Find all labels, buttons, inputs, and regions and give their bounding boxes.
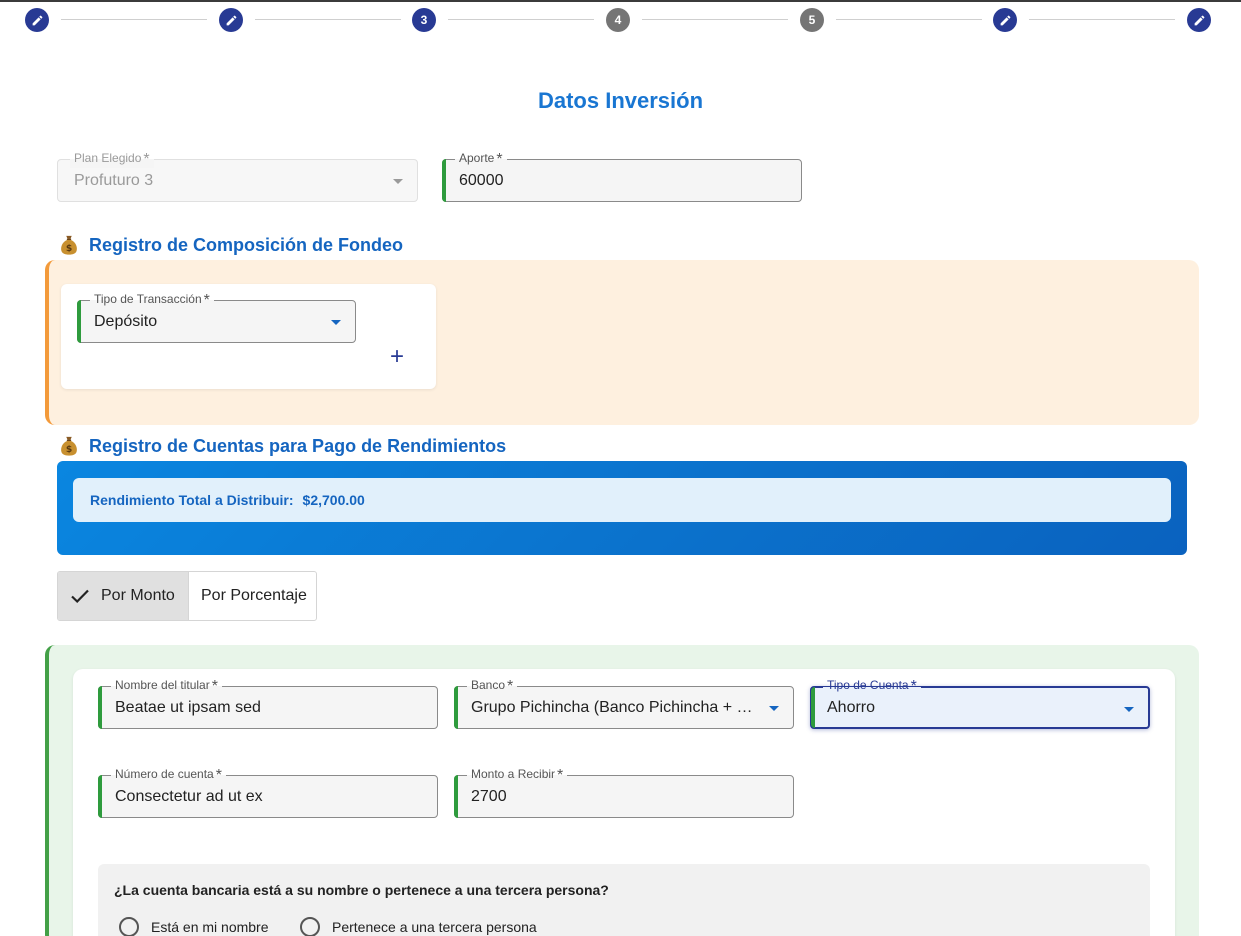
- monto-recibir-input[interactable]: Monto a Recibir * 2700: [454, 766, 794, 818]
- money-bag-icon: $: [61, 436, 77, 456]
- rendimiento-total-box: Rendimiento Total a Distribuir: $2,700.0…: [73, 478, 1171, 522]
- chevron-down-icon: [1124, 707, 1134, 712]
- check-icon: [71, 589, 89, 604]
- svg-text:$: $: [66, 444, 72, 455]
- stepper: 3 4 5: [0, 8, 1241, 32]
- aporte-label: Aporte *: [455, 150, 507, 168]
- rendimiento-total-value: $2,700.00: [302, 492, 365, 508]
- aporte-value: 60000: [459, 172, 504, 189]
- step-number: 4: [614, 13, 622, 27]
- plan-elegido-select: Plan Elegido * Profuturo 3: [57, 150, 418, 202]
- rendimientos-title-text: Registro de Cuentas para Pago de Rendimi…: [89, 435, 507, 456]
- chevron-down-icon: [331, 320, 341, 325]
- step-7[interactable]: [1187, 8, 1211, 32]
- pencil-icon: [226, 15, 236, 25]
- plan-elegido-value: Profuturo 3: [74, 172, 154, 189]
- money-bag-icon: $: [61, 235, 77, 255]
- fondeo-section-title: $ Registro de Composición de Fondeo: [58, 234, 403, 256]
- pencil-icon: [32, 15, 42, 25]
- nombre-titular-value: Beatae ut ipsam sed: [115, 699, 261, 716]
- nombre-titular-input[interactable]: Nombre del titular * Beatae ut ipsam sed: [98, 677, 438, 729]
- step-3[interactable]: 3: [412, 8, 436, 32]
- step-connector: [61, 19, 207, 20]
- tipo-cuenta-select[interactable]: Tipo de Cuenta * Ahorro: [810, 677, 1150, 729]
- ownership-question: ¿La cuenta bancaria está a su nombre o p…: [114, 882, 609, 898]
- step-connector: [642, 19, 788, 20]
- numero-cuenta-label: Número de cuenta *: [111, 766, 226, 784]
- por-monto-label: Por Monto: [101, 587, 175, 604]
- banco-value: Grupo Pichincha (Banco Pichincha + …: [471, 699, 753, 716]
- radio-tercera-persona-label: Pertenece a una tercera persona: [332, 919, 537, 935]
- tipo-transaccion-label: Tipo de Transacción *: [90, 291, 214, 309]
- step-4[interactable]: 4: [606, 8, 630, 32]
- distribution-mode-toggle: Por Monto Por Porcentaje: [57, 571, 317, 621]
- radio-tercera-persona[interactable]: Pertenece a una tercera persona: [300, 917, 537, 936]
- radio-circle-icon: [300, 917, 320, 936]
- page-title: Datos Inversión: [537, 88, 704, 113]
- rendimientos-section-title: $ Registro de Cuentas para Pago de Rendi…: [58, 435, 506, 457]
- chevron-down-icon: [769, 706, 779, 711]
- step-connector: [255, 19, 401, 20]
- por-porcentaje-option[interactable]: Por Porcentaje: [188, 572, 316, 620]
- step-5[interactable]: 5: [800, 8, 824, 32]
- monto-recibir-value: 2700: [471, 788, 507, 805]
- svg-text:$: $: [66, 243, 72, 254]
- add-transaction-button[interactable]: +: [386, 344, 408, 370]
- chevron-down-icon: [393, 179, 403, 184]
- tipo-transaccion-select[interactable]: Tipo de Transacción * Depósito: [77, 291, 356, 343]
- step-connector: [1029, 19, 1175, 20]
- tipo-cuenta-label: Tipo de Cuenta *: [823, 677, 921, 695]
- por-porcentaje-label: Por Porcentaje: [201, 587, 307, 604]
- banco-label: Banco *: [467, 677, 518, 695]
- tipo-cuenta-value: Ahorro: [827, 699, 876, 716]
- step-number: 3: [420, 13, 428, 27]
- radio-mi-nombre[interactable]: Está en mi nombre: [119, 917, 269, 936]
- fondeo-title-text: Registro de Composición de Fondeo: [89, 234, 404, 255]
- aporte-input[interactable]: Aporte * 60000: [442, 150, 802, 202]
- step-connector: [836, 19, 982, 20]
- nombre-titular-label: Nombre del titular *: [111, 677, 222, 695]
- top-border: [0, 0, 1241, 2]
- plan-elegido-label: Plan Elegido *: [70, 150, 154, 168]
- pencil-icon: [1194, 15, 1204, 25]
- radio-circle-icon: [119, 917, 139, 936]
- pencil-icon: [1000, 15, 1010, 25]
- step-6[interactable]: [993, 8, 1017, 32]
- tipo-transaccion-value: Depósito: [94, 313, 158, 330]
- numero-cuenta-input[interactable]: Número de cuenta * Consectetur ad ut ex: [98, 766, 438, 818]
- numero-cuenta-value: Consectetur ad ut ex: [115, 788, 263, 805]
- step-1[interactable]: [25, 8, 49, 32]
- monto-recibir-label: Monto a Recibir *: [467, 766, 568, 784]
- banco-select[interactable]: Banco * Grupo Pichincha (Banco Pichincha …: [454, 677, 794, 729]
- step-connector: [448, 19, 594, 20]
- step-number: 5: [808, 13, 816, 27]
- por-monto-option[interactable]: Por Monto: [58, 572, 188, 620]
- rendimiento-total-label: Rendimiento Total a Distribuir:: [90, 492, 294, 508]
- radio-mi-nombre-label: Está en mi nombre: [151, 919, 269, 935]
- step-2[interactable]: [219, 8, 243, 32]
